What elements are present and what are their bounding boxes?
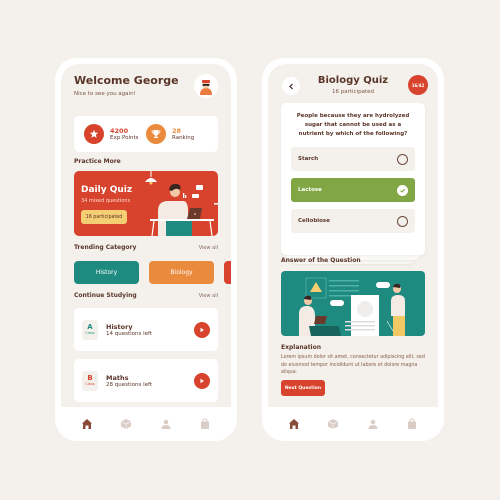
option-cellobiose[interactable]: Cellobiose [291, 209, 415, 233]
home-phone: Welcome George Nice to see you again! 42… [55, 58, 237, 441]
category-partial[interactable] [224, 261, 231, 284]
exp-points-value: 4200 [110, 127, 129, 135]
box-icon[interactable] [119, 417, 133, 431]
bag-icon[interactable] [405, 417, 419, 431]
bottom-nav [55, 407, 237, 441]
profile-icon[interactable] [159, 417, 173, 431]
question-text: People because they are hydrolyzed sugar… [296, 113, 410, 137]
daily-quiz-subtitle: 34 mixed questions [81, 198, 131, 204]
trophy-icon [146, 124, 166, 144]
question-progress-badge: 16/42 [408, 75, 428, 95]
explanation-text: Lorem ipsum dolor sit amet, consectetur … [281, 355, 425, 375]
ranking-stat: 28 Ranking [146, 124, 208, 144]
explanation-title: Explanation [281, 344, 322, 351]
option-label: Cellobiose [298, 218, 330, 224]
continue-view-all-link[interactable]: View all [199, 293, 218, 299]
category-history[interactable]: History [74, 261, 139, 284]
check-icon [397, 184, 408, 196]
daily-quiz-card[interactable]: Daily Quiz 34 mixed questions 16 partici… [74, 171, 218, 236]
box-icon[interactable] [326, 417, 340, 431]
course-progress: 14 questions left [106, 330, 153, 337]
quiz-screen: Biology Quiz 16 participated 16/42 Peopl… [268, 64, 438, 407]
play-icon [200, 327, 204, 332]
question-card: People because they are hydrolyzed sugar… [281, 103, 425, 255]
option-starch[interactable]: Starch [291, 147, 415, 171]
class-label: Class [85, 331, 95, 335]
studying-person-illustration [145, 171, 218, 236]
home-icon[interactable] [80, 417, 94, 431]
star-icon [84, 124, 104, 144]
bag-icon[interactable] [198, 417, 212, 431]
option-label: Lactose [298, 187, 322, 193]
avatar[interactable] [194, 74, 218, 98]
trending-category-title: Trending Category [74, 244, 137, 251]
answer-section-title: Answer of the Question [281, 257, 361, 264]
category-list: History Biology [74, 261, 231, 284]
daily-quiz-title: Daily Quiz [81, 185, 133, 195]
ranking-value: 28 [172, 127, 182, 135]
class-label: Class [85, 382, 95, 386]
radio-icon [397, 215, 408, 227]
user-avatar-icon [200, 80, 212, 95]
continue-studying-title: Continue Studying [74, 292, 137, 299]
trending-view-all-link[interactable]: View all [199, 245, 218, 251]
welcome-title: Welcome George [74, 74, 179, 87]
course-name: Maths [106, 373, 129, 382]
home-screen: Welcome George Nice to see you again! 42… [61, 64, 231, 407]
option-label: Starch [298, 156, 319, 162]
exp-points-label: Exp Points [110, 135, 139, 141]
class-badge: B Class [82, 370, 98, 391]
ranking-label: Ranking [172, 135, 195, 141]
next-question-button[interactable]: Next Question [281, 380, 325, 396]
stats-card: 4200 Exp Points 28 Ranking [74, 116, 218, 152]
welcome-subtitle: Nice to see you again! [74, 91, 136, 97]
discussion-illustration [299, 277, 405, 336]
play-button[interactable] [194, 321, 210, 338]
category-biology[interactable]: Biology [149, 261, 214, 284]
practice-more-title: Practice More [74, 158, 121, 165]
home-icon[interactable] [287, 417, 301, 431]
participants-badge: 16 participated [81, 210, 127, 224]
radio-icon [397, 153, 408, 165]
play-icon [200, 378, 204, 383]
profile-icon[interactable] [366, 417, 380, 431]
answer-illustration [281, 271, 425, 336]
class-letter: A [87, 323, 93, 331]
bottom-nav [262, 407, 444, 441]
exp-points-stat: 4200 Exp Points [84, 124, 146, 144]
class-letter: B [87, 374, 93, 382]
course-card-maths[interactable]: B Class Maths 28 questions left [74, 359, 218, 402]
course-name: History [106, 322, 133, 331]
play-button[interactable] [194, 372, 210, 389]
class-badge: A Class [82, 319, 98, 340]
quiz-phone: Biology Quiz 16 participated 16/42 Peopl… [262, 58, 444, 441]
course-progress: 28 questions left [106, 381, 153, 388]
course-card-history[interactable]: A Class History 14 questions left [74, 308, 218, 351]
option-lactose[interactable]: Lactose [291, 178, 415, 202]
